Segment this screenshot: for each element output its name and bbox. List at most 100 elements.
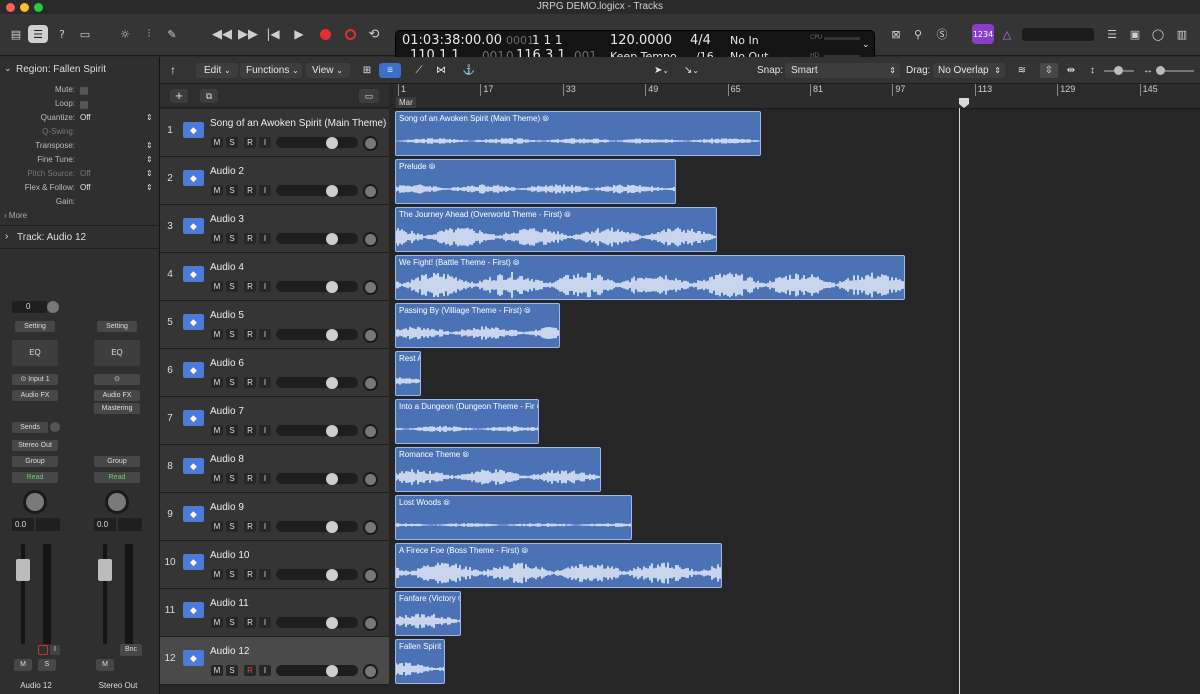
record-enable-button[interactable]: R bbox=[244, 569, 256, 580]
audio-region[interactable]: Fanfare (Victory ⦾ bbox=[395, 591, 461, 636]
strip1-gain-knob[interactable] bbox=[47, 301, 59, 313]
tuner-icon[interactable]: ⚲ bbox=[908, 25, 928, 43]
solo-button[interactable]: S bbox=[226, 185, 238, 196]
tempo-value[interactable]: 120.0000 bbox=[610, 33, 672, 48]
strip1-automation[interactable]: Read bbox=[12, 472, 58, 483]
record-enable-button[interactable]: R bbox=[244, 329, 256, 340]
view-menu[interactable]: View ⌄ bbox=[306, 63, 350, 78]
mute-button[interactable]: M bbox=[211, 425, 223, 436]
mute-button[interactable]: M bbox=[211, 521, 223, 532]
add-track-icon[interactable]: + bbox=[170, 89, 188, 103]
stepper-icon[interactable]: ⇕ bbox=[146, 113, 153, 122]
stepper-icon[interactable]: ⇕ bbox=[146, 141, 153, 150]
list-editors-icon[interactable]: ☰ bbox=[1102, 25, 1122, 43]
track-header-2[interactable]: 2 ◆ Audio 2 M S R I bbox=[160, 157, 389, 205]
volume-slider[interactable] bbox=[276, 329, 358, 340]
strip1-output[interactable]: Stereo Out bbox=[12, 440, 58, 451]
volume-knob[interactable] bbox=[326, 185, 338, 197]
strip2-eq[interactable]: EQ bbox=[94, 340, 140, 366]
volume-knob[interactable] bbox=[326, 665, 338, 677]
strip1-input[interactable]: ⊙ Input 1 bbox=[12, 374, 58, 385]
playhead[interactable] bbox=[959, 108, 961, 694]
inspector-gain-row[interactable]: Gain: bbox=[0, 197, 160, 211]
mute-button[interactable]: M bbox=[211, 329, 223, 340]
pan-knob[interactable] bbox=[363, 472, 378, 487]
track-header-6[interactable]: 6 ◆ Audio 6 M S R I bbox=[160, 349, 389, 397]
record-enable-button[interactable]: R bbox=[244, 473, 256, 484]
pan-knob[interactable] bbox=[363, 568, 378, 583]
flex-icon[interactable]: ⋈ bbox=[432, 63, 450, 78]
record-enable-button[interactable]: R bbox=[244, 281, 256, 292]
stepper-icon[interactable]: ⇕ bbox=[146, 183, 153, 192]
strip2-plugin[interactable]: Mastering bbox=[94, 403, 140, 414]
input-monitor-button[interactable]: I bbox=[259, 665, 271, 676]
mute-button[interactable]: M bbox=[211, 281, 223, 292]
volume-slider[interactable] bbox=[276, 185, 358, 196]
strip2-bounce[interactable]: Bnc bbox=[120, 644, 142, 656]
volume-slider[interactable] bbox=[276, 521, 358, 532]
input-monitor-button[interactable]: I bbox=[259, 569, 271, 580]
volume-knob[interactable] bbox=[326, 233, 338, 245]
strip2-link[interactable]: ⊙ bbox=[94, 374, 140, 385]
strip2-automation[interactable]: Read bbox=[94, 472, 140, 483]
list-view-icon[interactable]: ≡ bbox=[379, 63, 401, 78]
input-monitor-button[interactable]: I bbox=[259, 137, 271, 148]
track-header-1[interactable]: 1 ◆ Song of an Awoken Spirit (Main Theme… bbox=[160, 109, 389, 157]
track-name[interactable]: Audio 6 bbox=[210, 358, 244, 369]
strip1-sends[interactable]: Sends bbox=[12, 422, 48, 433]
pan-knob[interactable] bbox=[363, 664, 378, 679]
track-header[interactable]: › Track: Audio 12 bbox=[0, 225, 160, 249]
track-header-9[interactable]: 9 ◆ Audio 9 M S R I bbox=[160, 493, 389, 541]
pan-knob[interactable] bbox=[363, 520, 378, 535]
back-arrow-icon[interactable]: ↑ bbox=[170, 63, 176, 78]
track-lane-2[interactable]: Prelude ⦾ bbox=[393, 157, 1200, 205]
time-signature[interactable]: 4/4 bbox=[690, 33, 711, 48]
mute-button[interactable]: M bbox=[211, 665, 223, 676]
volume-knob[interactable] bbox=[326, 473, 338, 485]
strip1-mute[interactable]: M bbox=[14, 659, 32, 671]
fit-horizontal-icon[interactable]: ⇹ bbox=[1062, 63, 1080, 78]
region-header[interactable]: ⌄ Region: Fallen Spirit bbox=[0, 63, 160, 77]
horizontal-zoom-knob[interactable] bbox=[1156, 66, 1165, 75]
inspector-loop-row[interactable]: Loop: bbox=[0, 99, 160, 113]
inspector-transpose-row[interactable]: Transpose: ⇕ bbox=[0, 141, 160, 155]
mute-checkbox[interactable] bbox=[80, 87, 88, 95]
track-name[interactable]: Audio 2 bbox=[210, 166, 244, 177]
track-lane-7[interactable]: Into a Dungeon (Dungeon Theme - Fir ⦾ bbox=[393, 397, 1200, 445]
strip2-pan-knob[interactable] bbox=[105, 490, 129, 514]
solo-button[interactable]: S bbox=[226, 617, 238, 628]
audio-region[interactable]: Fallen Spirit ⦾ bbox=[395, 639, 446, 684]
volume-slider[interactable] bbox=[276, 281, 358, 292]
track-header-10[interactable]: 10 ◆ Audio 10 M S R I bbox=[160, 541, 389, 589]
inspector-pitchsource-row[interactable]: Pitch Source: Off ⇕ bbox=[0, 169, 160, 183]
record-enable-button[interactable]: R bbox=[244, 185, 256, 196]
fit-vertical-icon[interactable]: ⇳ bbox=[1040, 63, 1058, 78]
volume-slider[interactable] bbox=[276, 377, 358, 388]
notepad-icon[interactable]: ▣ bbox=[1125, 25, 1145, 43]
record-enable-button[interactable]: R bbox=[244, 233, 256, 244]
record-enable-button[interactable]: R bbox=[244, 137, 256, 148]
strip2-volume[interactable]: 0.0 bbox=[94, 518, 116, 531]
solo-button[interactable]: S bbox=[226, 137, 238, 148]
pointer-tool[interactable]: ➤⌄ bbox=[654, 63, 678, 78]
track-header-8[interactable]: 8 ◆ Audio 8 M S R I bbox=[160, 445, 389, 493]
pan-knob[interactable] bbox=[363, 184, 378, 199]
track-header-12[interactable]: 12 ◆ Audio 12 M S R I bbox=[160, 637, 389, 685]
solo-button[interactable]: S bbox=[226, 473, 238, 484]
stepper-icon[interactable]: ⇕ bbox=[146, 155, 153, 164]
strip1-group[interactable]: Group bbox=[12, 456, 58, 467]
mute-button[interactable]: M bbox=[211, 185, 223, 196]
strip2-audiofx[interactable]: Audio FX bbox=[94, 390, 140, 401]
volume-knob[interactable] bbox=[326, 329, 338, 341]
vertical-zoom-knob[interactable] bbox=[1114, 66, 1123, 75]
close-window-button[interactable] bbox=[6, 3, 15, 12]
volume-slider[interactable] bbox=[276, 233, 358, 244]
input-monitor-button[interactable]: I bbox=[259, 617, 271, 628]
pan-knob[interactable] bbox=[363, 136, 378, 151]
zoom-window-button[interactable] bbox=[34, 3, 43, 12]
track-lane-6[interactable]: Rest A ⦾ bbox=[393, 349, 1200, 397]
inspector-mute-row[interactable]: Mute: bbox=[0, 85, 160, 99]
volume-knob[interactable] bbox=[326, 521, 338, 533]
volume-slider[interactable] bbox=[276, 473, 358, 484]
track-lane-4[interactable]: We Fight! (Battle Theme - First) ⦾ bbox=[393, 253, 1200, 301]
